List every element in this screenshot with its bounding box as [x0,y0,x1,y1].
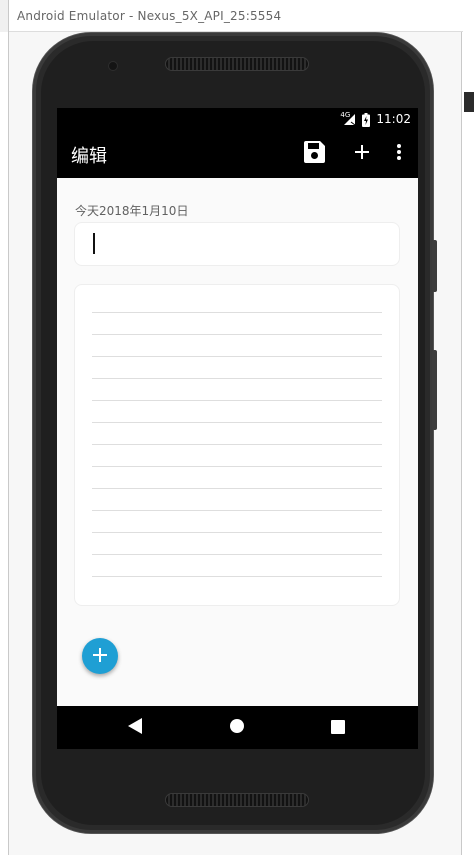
more-vert-icon [396,143,402,165]
ruled-line [92,312,382,313]
ruled-line [92,422,382,423]
add-fab[interactable] [82,638,118,674]
background-window-strip [464,92,474,112]
power-button[interactable] [432,350,437,430]
phone-screen: 4G 11:02 编辑 今天2018年1月10日 [57,108,418,749]
app-bar: 编辑 [57,130,418,178]
emulator-titlebar[interactable]: Android Emulator - Nexus_5X_API_25:5554 [9,0,463,32]
emulator-title: Android Emulator - Nexus_5X_API_25:5554 [17,8,282,23]
top-speaker [165,57,309,71]
signal-icon: 4G [340,111,356,126]
note-title-input[interactable] [85,231,385,257]
date-label: 今天2018年1月10日 [75,204,189,218]
ruled-line [92,532,382,533]
navigation-bar [57,706,418,749]
add-icon [93,647,107,666]
desktop: Android Emulator - Nexus_5X_API_25:5554 … [0,0,474,855]
ruled-line [92,334,382,335]
note-body-input[interactable] [74,284,400,606]
add-icon [354,144,370,164]
recents-icon [331,719,345,738]
front-camera [108,61,118,71]
background-window-left [0,32,8,855]
volume-button[interactable] [432,240,437,292]
background-window-right [460,0,474,855]
battery-icon [362,112,371,127]
ruled-line [92,510,382,511]
title-card [74,222,400,266]
ruled-line [92,488,382,489]
bottom-speaker [165,793,309,807]
text-cursor [93,233,95,254]
overflow-menu-button[interactable] [383,138,415,170]
ruled-line [92,378,382,379]
ruled-line [92,576,382,577]
add-button[interactable] [346,138,378,170]
recents-button[interactable] [322,712,354,744]
save-button[interactable] [299,138,331,170]
ruled-line [92,356,382,357]
ruled-line [92,554,382,555]
save-icon [303,140,327,168]
page-title: 编辑 [71,146,107,167]
ruled-line [92,466,382,467]
home-icon [229,718,245,738]
clock: 11:02 [376,112,411,126]
back-icon [128,718,142,738]
status-bar: 4G 11:02 [57,108,418,130]
back-button[interactable] [119,712,151,744]
ruled-line [92,444,382,445]
home-button[interactable] [221,712,253,744]
ruled-line [92,400,382,401]
status-icons: 4G 11:02 [340,110,411,128]
editor-content: 今天2018年1月10日 [57,178,418,706]
